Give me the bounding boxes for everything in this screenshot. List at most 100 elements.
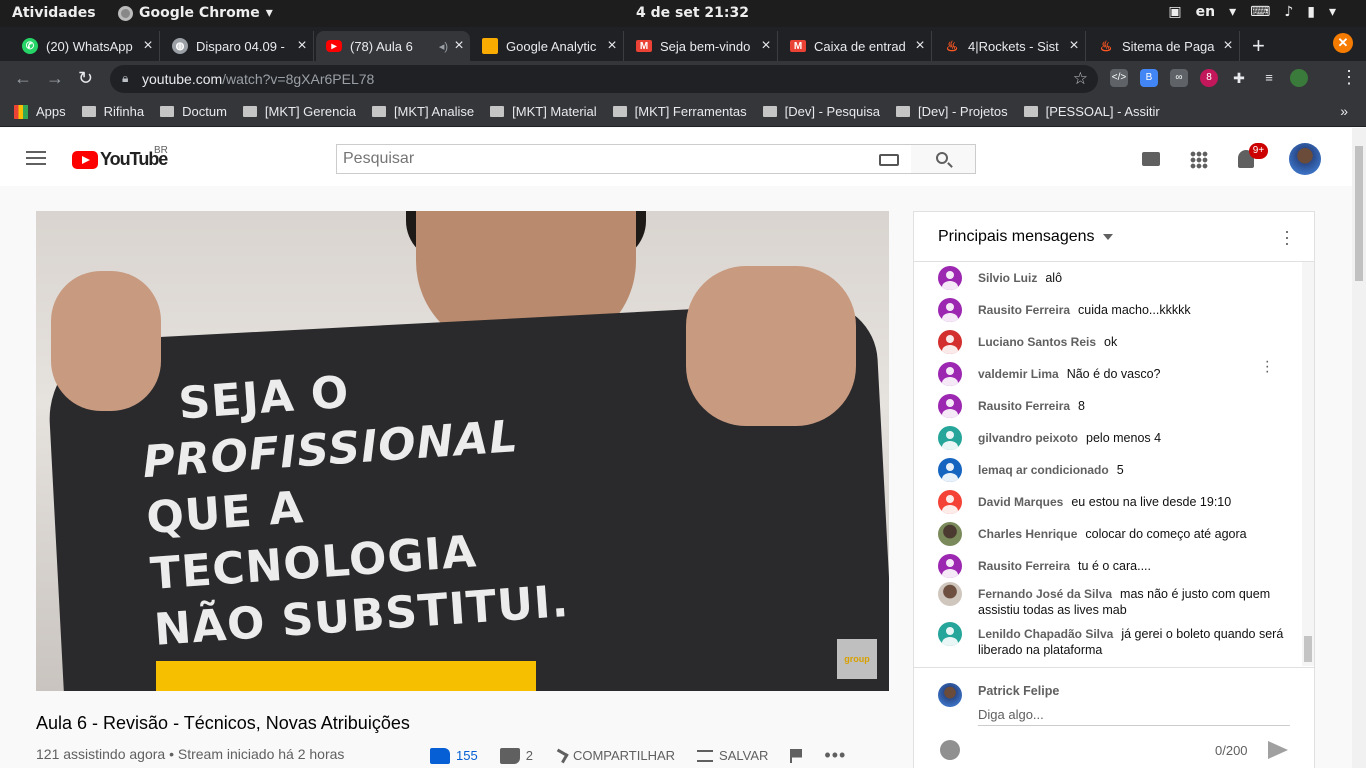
video-player[interactable]: SEJA O PROFISSIONAL QUE A TECNOLOGIA NÃO… [36,211,889,691]
tab-youtube[interactable]: ▸ (78) Aula 6 ◂) × [316,31,470,61]
send-icon[interactable] [1268,741,1288,759]
chat-message[interactable]: Fernando José da Silva mas não é justo co… [938,582,1288,618]
emoji-icon[interactable] [940,740,960,760]
app-menu[interactable]: Google Chrome ▾ [118,5,273,21]
chrome-menu-icon[interactable]: ⋮ [1340,67,1358,88]
chat-message[interactable]: gilvandro peixoto pelo menos 4 [938,426,1288,450]
reload-icon[interactable]: ↻ [78,68,93,89]
clock[interactable]: 4 de set 21:32 [636,5,749,21]
chat-message[interactable]: Charles Henrique colocar do começo até ag… [938,522,1288,546]
message-author[interactable]: Rausito Ferreira [978,559,1070,573]
lock-icon[interactable]: 🔒︎ [122,71,128,86]
profile-extension-icon[interactable]: ✕ [1333,33,1353,53]
message-author[interactable]: Rausito Ferreira [978,303,1070,317]
message-author[interactable]: Charles Henrique [978,527,1077,541]
page-scrollbar[interactable] [1352,128,1366,768]
activities-button[interactable]: Atividades [12,5,96,21]
back-icon[interactable]: ← [14,68,32,89]
forward-icon[interactable]: → [46,68,64,89]
chat-message[interactable]: David Marques eu estou na live desde 19:1… [938,490,1288,514]
close-icon[interactable]: × [137,37,159,55]
chat-message-input[interactable] [978,704,1290,726]
bookmark-folder[interactable]: [PESSOAL] - Assitir [1023,104,1160,119]
chat-mode-selector[interactable]: Principais mensagens [938,228,1095,246]
create-video-icon[interactable] [1142,152,1160,166]
close-icon[interactable]: × [755,37,777,55]
chat-message[interactable]: Rausito Ferreira 8 [938,394,1288,418]
bookmark-folder[interactable]: [MKT] Ferramentas [612,104,747,119]
tab-whatsapp[interactable]: ✆ (20) WhatsApp × [12,31,160,61]
like-button[interactable]: 155 [430,747,478,764]
message-author[interactable]: Luciano Santos Reis [978,335,1096,349]
bookmark-folder[interactable]: [MKT] Gerencia [242,104,356,119]
tab-analytics[interactable]: Google Analytic × [472,31,624,61]
close-icon[interactable]: × [909,37,931,55]
bookmark-folder[interactable]: [Dev] - Pesquisa [762,104,880,119]
search-input[interactable] [337,145,857,173]
message-author[interactable]: Lenildo Chapadão Silva [978,627,1113,641]
close-icon[interactable]: × [1217,37,1239,55]
menu-icon[interactable] [26,151,46,165]
close-icon[interactable]: × [1063,37,1085,55]
chat-message[interactable]: Luciano Santos Reis ok [938,330,1288,354]
message-more-icon[interactable]: · · · [1265,354,1270,380]
scrollbar-thumb[interactable] [1304,636,1312,662]
chat-message[interactable]: Rausito Ferreira cuida macho...kkkkk [938,298,1288,322]
chat-message[interactable]: Lenildo Chapadão Silva já gerei o boleto … [938,622,1288,658]
chat-message[interactable]: Rausito Ferreira tu é o cara.... [938,554,1288,578]
bookmark-folder[interactable]: [MKT] Analise [371,104,474,119]
message-author[interactable]: David Marques [978,495,1063,509]
message-author[interactable]: Rausito Ferreira [978,399,1070,413]
bookmark-folder[interactable]: [MKT] Material [490,104,597,119]
media-queue-icon[interactable]: ≡ [1260,69,1278,87]
chat-message[interactable]: Silvio Luiz alô [938,266,1288,290]
chat-messages[interactable]: Silvio Luiz alô Rausito Ferreira cuida mac… [914,262,1302,666]
dislike-button[interactable]: 2 [499,747,533,764]
more-vert-icon[interactable]: · · · [1284,222,1290,252]
tab-disparo[interactable]: ◍ Disparo 04.09 - × [162,31,314,61]
close-icon[interactable]: × [448,37,470,55]
speaker-icon[interactable]: ◂) [439,40,448,53]
message-author[interactable]: lemaq ar condicionado [978,463,1109,477]
more-actions-button[interactable]: ••• [824,745,846,766]
scrollbar-thumb[interactable] [1355,146,1363,281]
glasses-extension-icon[interactable]: ∞ [1170,69,1188,87]
bookmark-folder[interactable]: Rifinha [81,104,144,119]
blue-extension-icon[interactable]: B [1140,69,1158,87]
system-tray[interactable]: ▣ en ▾ ⌨ ♪ ▮ ▾ [1168,4,1336,20]
close-icon[interactable]: × [291,37,313,55]
message-author[interactable]: Fernando José da Silva [978,587,1112,601]
profile-avatar[interactable] [1290,69,1308,87]
chevron-down-icon[interactable] [1103,234,1113,240]
apps-icon[interactable] [1190,151,1208,169]
bookmark-folder[interactable]: [Dev] - Projetos [896,104,1008,119]
tab-rockets[interactable]: ♨ 4|Rockets - Sist × [934,31,1086,61]
bookmark-star-icon[interactable]: ☆ [1073,69,1088,89]
tab-gmail-inbox[interactable]: M Caixa de entrad × [780,31,932,61]
save-button[interactable]: SALVAR [697,748,768,763]
red-extension-icon[interactable]: 8 [1200,69,1218,87]
avatar[interactable] [1289,143,1321,175]
bookmark-folder[interactable]: Doctum [160,104,227,119]
youtube-logo[interactable]: YouTube BR [72,145,168,170]
search-button[interactable] [911,144,976,174]
close-icon[interactable]: × [601,37,623,55]
new-tab-button[interactable]: + [1252,33,1265,59]
channel-watermark[interactable]: group [837,639,877,679]
report-button[interactable] [790,748,803,763]
language-indicator[interactable]: en [1196,4,1215,20]
tab-payment-system[interactable]: ♨ Sitema de Paga × [1088,31,1240,61]
chat-message[interactable]: valdemir Lima Não é do vasco? [938,362,1288,386]
message-author[interactable]: Silvio Luiz [978,271,1037,285]
tab-gmail-welcome[interactable]: M Seja bem-vindo × [626,31,778,61]
chat-message[interactable]: lemaq ar condicionado 5 [938,458,1288,482]
chat-scrollbar[interactable] [1302,262,1314,666]
screen-icon[interactable]: ▣ [1168,4,1181,20]
bookmark-apps[interactable]: Apps [14,104,66,119]
code-extension-icon[interactable]: </> [1110,69,1128,87]
message-author[interactable]: valdemir Lima [978,367,1059,381]
share-button[interactable]: COMPARTILHAR [553,748,675,763]
bookmarks-overflow-icon[interactable]: » [1340,103,1348,119]
message-author[interactable]: gilvandro peixoto [978,431,1078,445]
puzzle-icon[interactable]: ✚ [1230,69,1248,87]
